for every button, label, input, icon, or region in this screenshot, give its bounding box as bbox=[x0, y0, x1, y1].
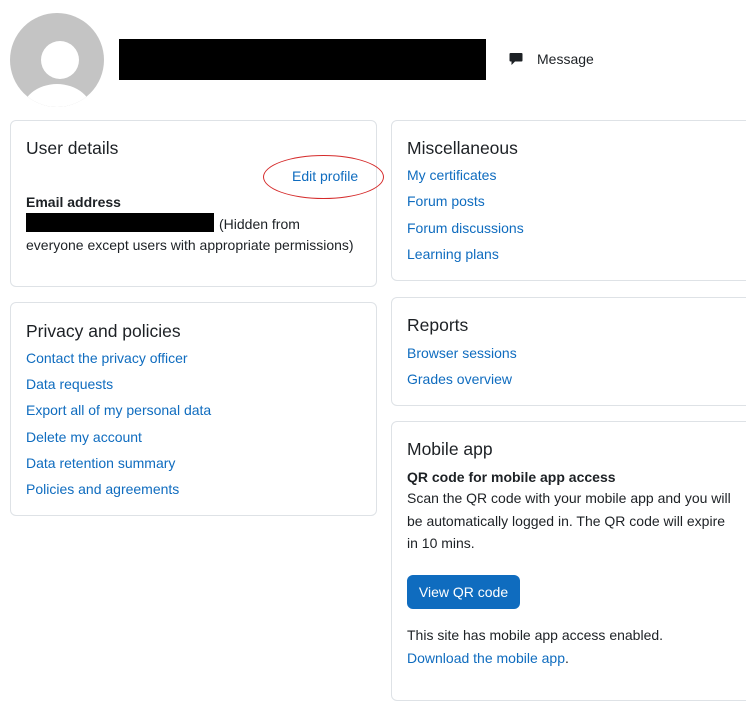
mobile-access-enabled-text: This site has mobile app access enabled. bbox=[407, 627, 664, 643]
speech-bubble-icon[interactable] bbox=[509, 52, 523, 66]
browser-sessions-link[interactable]: Browser sessions bbox=[407, 345, 517, 361]
learning-plans-link[interactable]: Learning plans bbox=[407, 246, 499, 262]
delete-account-link[interactable]: Delete my account bbox=[26, 429, 142, 445]
data-requests-link[interactable]: Data requests bbox=[26, 376, 113, 392]
redacted-email bbox=[26, 213, 214, 232]
message-button[interactable]: Message bbox=[537, 51, 594, 67]
download-mobile-app-line: Download the mobile app. bbox=[407, 650, 569, 666]
forum-discussions-link[interactable]: Forum discussions bbox=[407, 220, 524, 236]
avatar-shoulders-shape bbox=[21, 84, 93, 107]
export-personal-data-link[interactable]: Export all of my personal data bbox=[26, 402, 211, 418]
policies-agreements-link[interactable]: Policies and agreements bbox=[26, 481, 179, 497]
my-certificates-link[interactable]: My certificates bbox=[407, 167, 496, 183]
email-address-label: Email address bbox=[26, 194, 121, 210]
qr-description-line3: in 10 mins. bbox=[407, 535, 475, 551]
mobile-app-title: Mobile app bbox=[407, 439, 493, 459]
miscellaneous-title: Miscellaneous bbox=[407, 138, 518, 158]
qr-description-line1: Scan the QR code with your mobile app an… bbox=[407, 490, 731, 506]
edit-profile-link[interactable]: Edit profile bbox=[292, 168, 358, 184]
redacted-user-name bbox=[119, 39, 486, 80]
forum-posts-link[interactable]: Forum posts bbox=[407, 193, 485, 209]
privacy-policies-title: Privacy and policies bbox=[26, 321, 181, 341]
download-link-period: . bbox=[565, 650, 569, 666]
qr-description-line2: be automatically logged in. The QR code … bbox=[407, 513, 726, 529]
email-hidden-note-line1: (Hidden from bbox=[219, 216, 300, 232]
data-retention-summary-link[interactable]: Data retention summary bbox=[26, 455, 175, 471]
view-qr-code-button[interactable]: View QR code bbox=[407, 575, 520, 609]
avatar-head-shape bbox=[41, 41, 79, 79]
qr-code-heading: QR code for mobile app access bbox=[407, 469, 616, 485]
contact-privacy-officer-link[interactable]: Contact the privacy officer bbox=[26, 350, 188, 366]
user-details-title: User details bbox=[26, 138, 119, 158]
user-avatar bbox=[10, 13, 104, 107]
download-mobile-app-link[interactable]: Download the mobile app bbox=[407, 650, 565, 666]
email-hidden-note-line2: everyone except users with appropriate p… bbox=[26, 237, 354, 253]
reports-title: Reports bbox=[407, 315, 469, 335]
grades-overview-link[interactable]: Grades overview bbox=[407, 371, 512, 387]
